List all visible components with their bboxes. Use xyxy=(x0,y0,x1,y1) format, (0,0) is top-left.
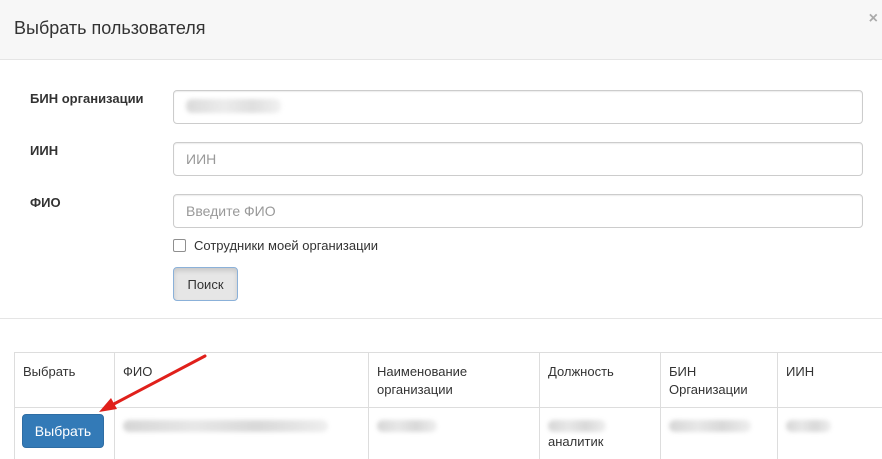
bin-input[interactable] xyxy=(173,90,863,124)
blurred-iin xyxy=(786,420,831,432)
cell-iin xyxy=(777,407,882,459)
blurred-bin xyxy=(669,420,751,432)
my-org-employees-checkbox-row[interactable]: Сотрудники моей организации xyxy=(173,238,378,253)
blurred-org-name xyxy=(377,420,437,432)
select-user-button[interactable]: Выбрать xyxy=(22,414,104,448)
header-fio: ФИО xyxy=(114,352,369,408)
checkbox-label: Сотрудники моей организации xyxy=(194,238,379,253)
my-org-employees-checkbox[interactable] xyxy=(173,239,186,252)
bin-label: БИН организации xyxy=(30,91,144,106)
header-position: Должность xyxy=(539,352,661,408)
iin-input[interactable] xyxy=(173,142,863,176)
header-bin: БИН Организации xyxy=(660,352,778,408)
header-select: Выбрать xyxy=(14,352,115,408)
table-header-row: Выбрать ФИО Наименование организации Дол… xyxy=(14,352,882,408)
blurred-fio xyxy=(123,420,328,432)
cell-org-name xyxy=(368,407,540,459)
cell-bin xyxy=(660,407,778,459)
cell-position: аналитик xyxy=(539,407,661,459)
header-iin: ИИН xyxy=(777,352,882,408)
divider xyxy=(0,318,882,319)
table-row: Выбрать аналитик xyxy=(14,407,882,459)
search-button[interactable]: Поиск xyxy=(173,267,238,301)
fio-input[interactable] xyxy=(173,194,863,228)
blurred-position xyxy=(548,420,606,432)
cell-fio xyxy=(114,407,369,459)
blurred-bin-value xyxy=(186,99,281,113)
position-text: аналитик xyxy=(548,434,604,449)
users-table: Выбрать ФИО Наименование организации Дол… xyxy=(14,352,882,459)
modal-header: Выбрать пользователя × xyxy=(0,0,882,60)
close-icon[interactable]: × xyxy=(869,10,878,28)
cell-select: Выбрать xyxy=(14,407,115,459)
modal-title: Выбрать пользователя xyxy=(14,18,206,38)
fio-label: ФИО xyxy=(30,195,61,210)
iin-label: ИИН xyxy=(30,143,59,158)
select-user-modal: Выбрать пользователя × БИН организации И… xyxy=(0,0,882,459)
header-org-name: Наименование организации xyxy=(368,352,540,408)
